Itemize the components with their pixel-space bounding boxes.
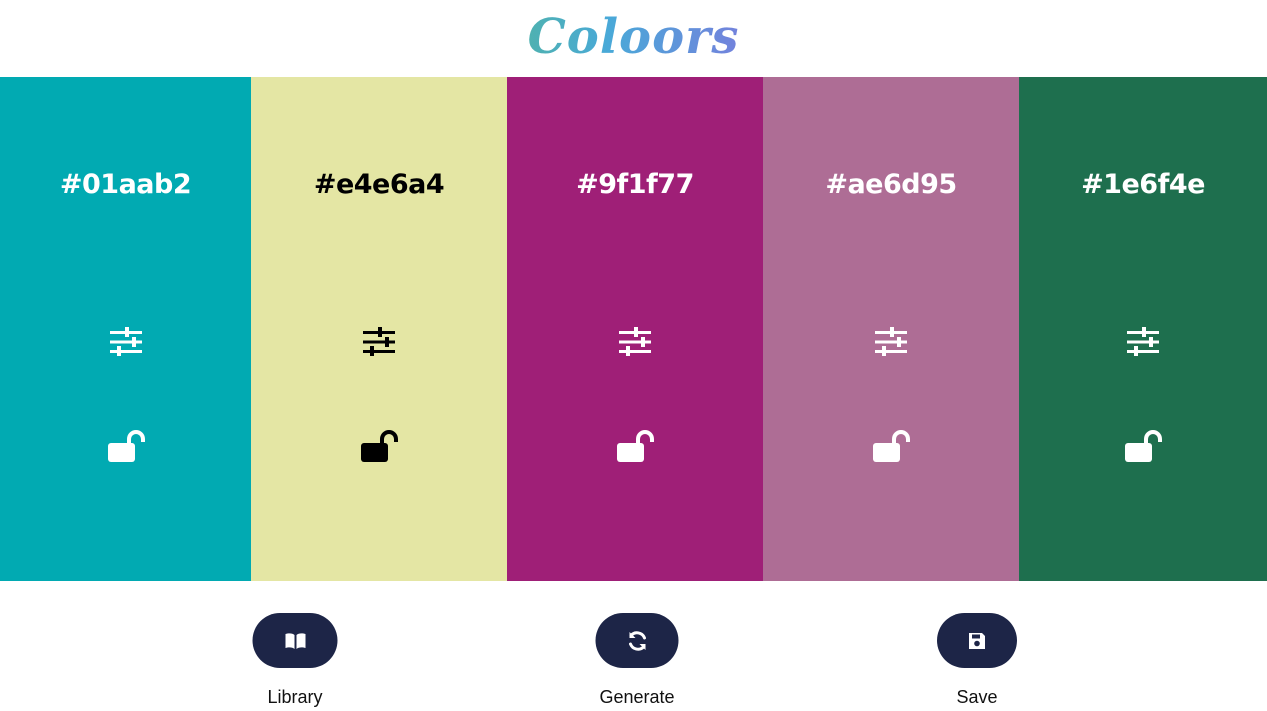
unlock-icon (617, 430, 654, 462)
color-swatch-1: #01aab2 (0, 77, 251, 581)
lock-button[interactable] (359, 426, 399, 466)
color-swatch-3: #9f1f77 (507, 77, 763, 581)
color-swatch-4: #ae6d95 (763, 77, 1019, 581)
adjust-button[interactable] (106, 322, 146, 362)
color-palette: #01aab2 #e4e6a4 #9f1f77 #ae6d95 #1e6f4e (0, 77, 1267, 581)
adjust-button[interactable] (615, 322, 655, 362)
refresh-icon (628, 630, 646, 651)
color-swatch-2: #e4e6a4 (251, 77, 507, 581)
color-swatch-5: #1e6f4e (1019, 77, 1267, 581)
adjust-button[interactable] (359, 322, 399, 362)
save-action: Save (937, 613, 1017, 708)
app-logo: Coloors (0, 2, 1267, 72)
library-action: Library (252, 613, 338, 708)
unlock-icon (873, 430, 910, 462)
save-label: Save (956, 687, 998, 707)
adjust-button[interactable] (1123, 322, 1163, 362)
lock-button[interactable] (106, 426, 146, 466)
save-button[interactable] (937, 613, 1017, 668)
hex-code-label[interactable]: #9f1f77 (507, 165, 763, 205)
hex-code-label[interactable]: #ae6d95 (763, 165, 1019, 205)
generate-button[interactable] (595, 613, 679, 668)
adjust-button[interactable] (871, 322, 911, 362)
app-header: Coloors (0, 0, 1267, 77)
library-button[interactable] (252, 613, 338, 668)
sliders-icon (619, 327, 651, 356)
lock-button[interactable] (615, 426, 655, 466)
sliders-icon (363, 327, 395, 356)
unlock-icon (1125, 430, 1162, 462)
sliders-icon (1127, 327, 1159, 356)
hex-code-label[interactable]: #1e6f4e (1019, 165, 1267, 205)
lock-button[interactable] (871, 426, 911, 466)
sliders-icon (875, 327, 907, 356)
generate-label: Generate (599, 687, 675, 707)
lock-button[interactable] (1123, 426, 1163, 466)
sliders-icon (109, 327, 142, 356)
unlock-icon (107, 430, 145, 462)
hex-code-label[interactable]: #01aab2 (0, 165, 251, 205)
action-bar: Library Generate Save (0, 581, 1267, 711)
floppy-disk-icon (969, 632, 985, 649)
unlock-icon (361, 430, 398, 462)
generate-action: Generate (595, 613, 679, 708)
hex-code-label[interactable]: #e4e6a4 (251, 165, 507, 205)
book-open-icon (285, 632, 305, 649)
library-label: Library (267, 687, 323, 707)
